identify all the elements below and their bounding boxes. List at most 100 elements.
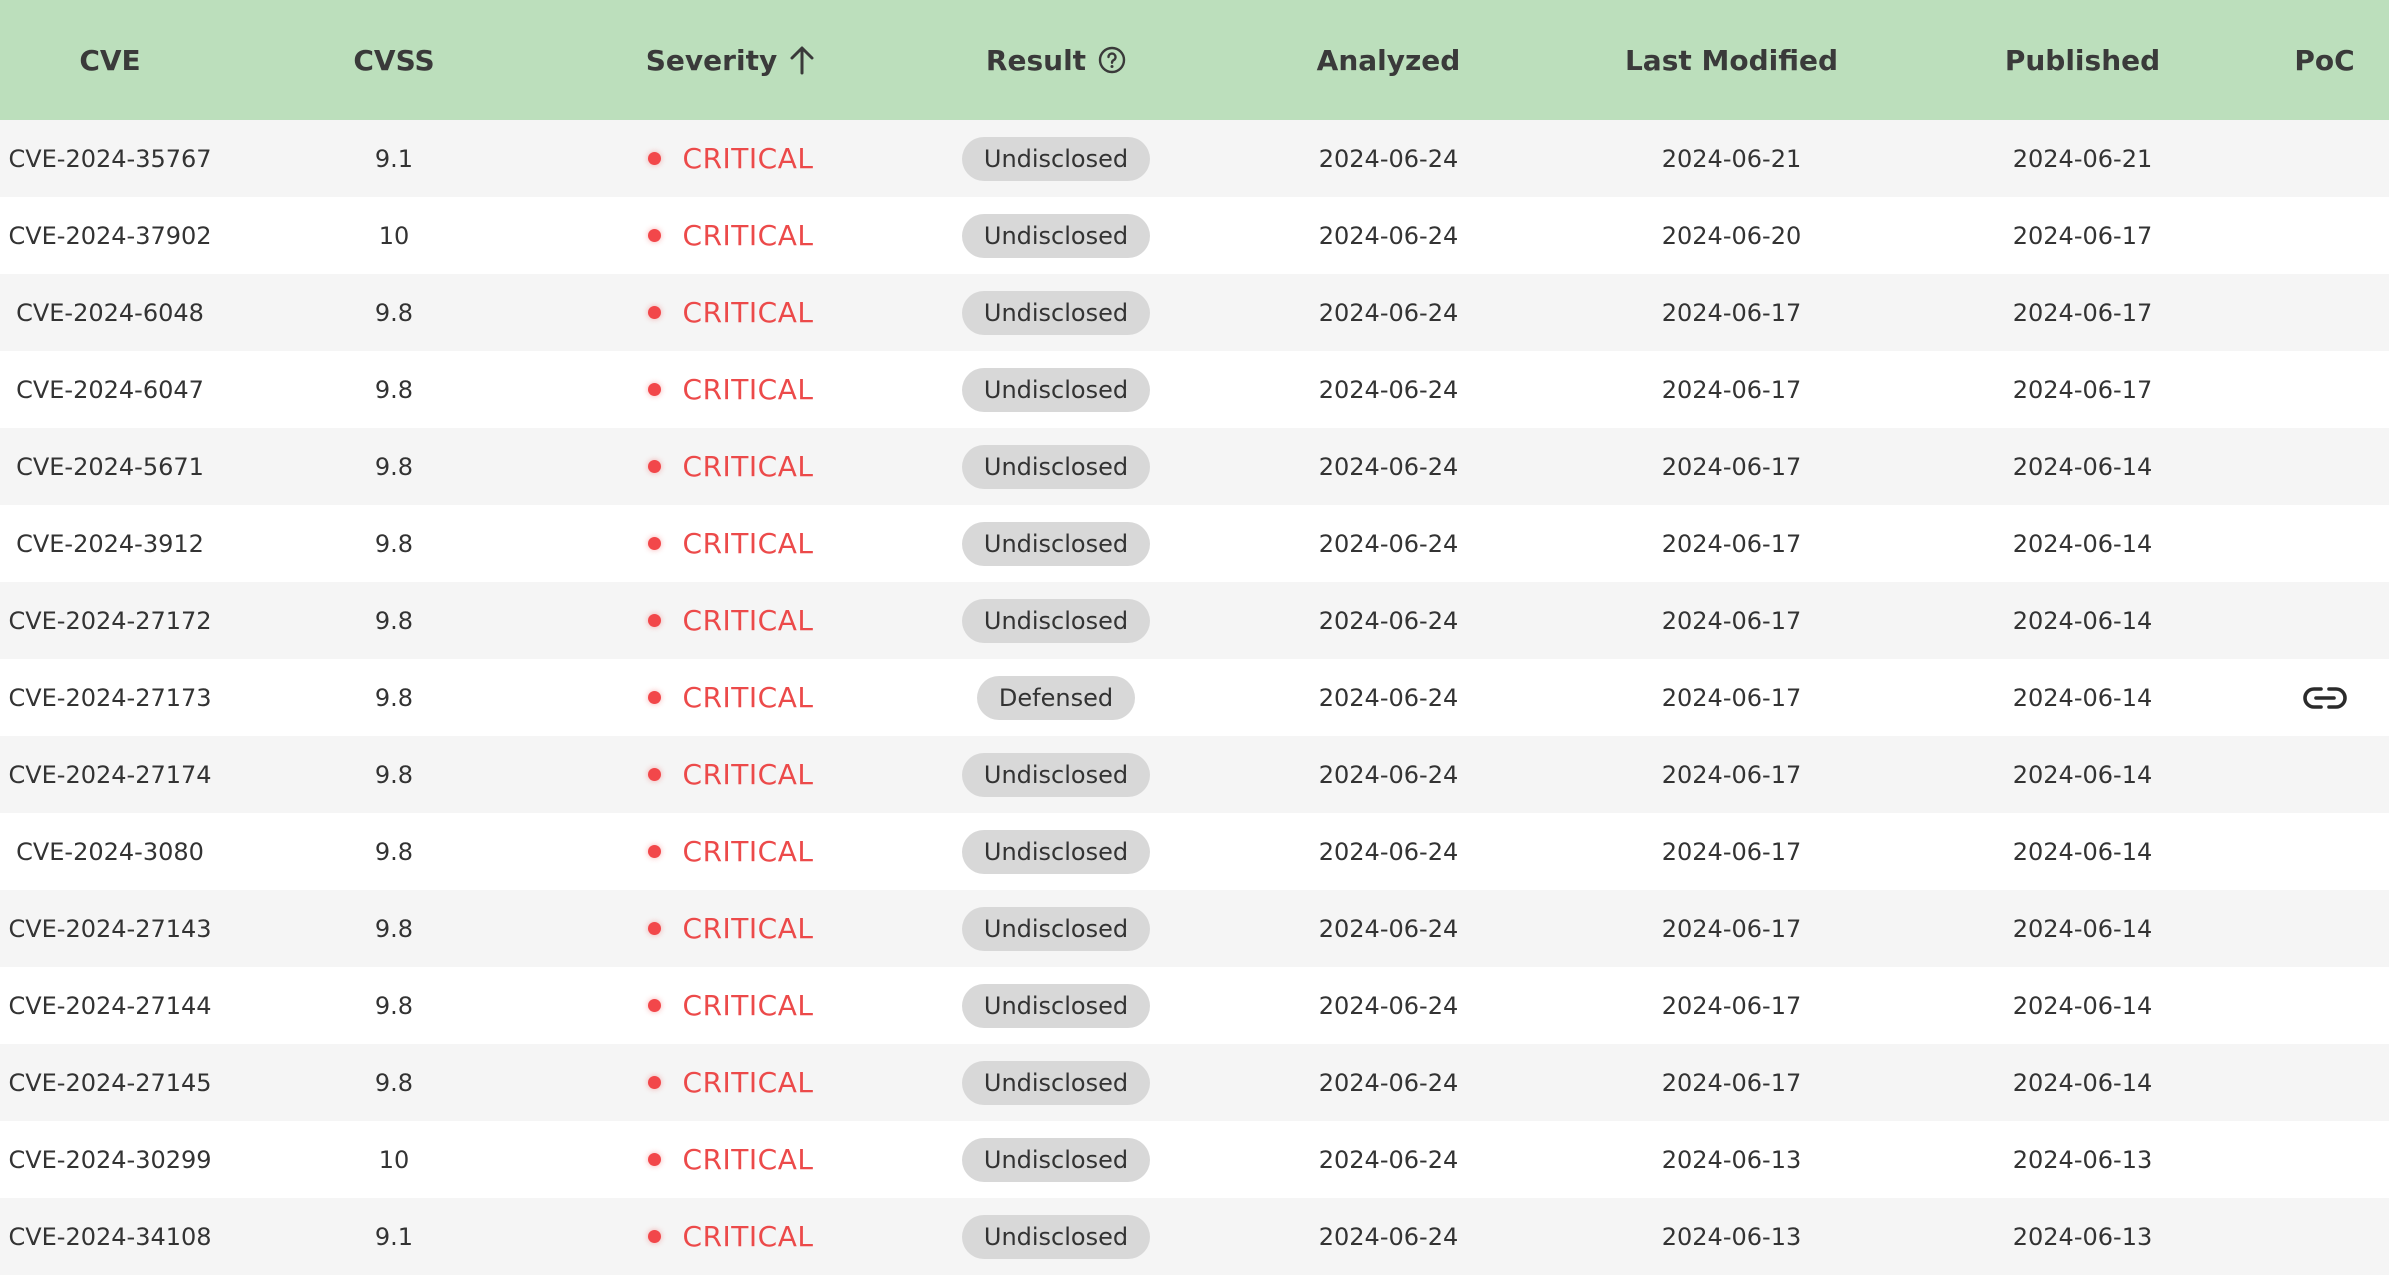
column-header-result-label: Result xyxy=(985,43,1087,77)
severity-dot-icon xyxy=(647,1230,661,1243)
poc-cell xyxy=(2260,351,2389,428)
cve-id-cell[interactable]: CVE-2024-27173 xyxy=(0,659,220,736)
cve-id-cell[interactable]: CVE-2024-30299 xyxy=(0,1121,220,1198)
link-icon[interactable] xyxy=(2302,683,2348,713)
last-modified-date: 2024-06-13 xyxy=(1661,1145,1802,1174)
cve-id-cell[interactable]: CVE-2024-27172 xyxy=(0,582,220,659)
cve-id-cell[interactable]: CVE-2024-27144 xyxy=(0,967,220,1044)
analyzed-cell: 2024-06-24 xyxy=(1219,120,1558,197)
severity-label: CRITICAL xyxy=(682,681,814,714)
column-header-severity[interactable]: Severity xyxy=(568,0,893,120)
severity-dot-icon xyxy=(647,537,661,550)
published-date: 2024-06-14 xyxy=(2012,529,2153,558)
cve-id[interactable]: CVE-2024-27144 xyxy=(8,992,211,1020)
last-modified-cell: 2024-06-21 xyxy=(1558,120,1905,197)
published-cell: 2024-06-14 xyxy=(1905,736,2260,813)
cve-id-cell[interactable]: CVE-2024-6048 xyxy=(0,274,220,351)
severity-dot-icon xyxy=(647,922,661,935)
column-header-last-modified[interactable]: Last Modified xyxy=(1558,0,1905,120)
cve-id[interactable]: CVE-2024-37902 xyxy=(8,222,211,250)
cve-id-cell[interactable]: CVE-2024-27145 xyxy=(0,1044,220,1121)
cve-id[interactable]: CVE-2024-27145 xyxy=(8,1069,211,1097)
published-date: 2024-06-17 xyxy=(2012,375,2153,404)
table-row[interactable]: CVE-2024-5671 9.8 CRITICAL Undisclosed 2… xyxy=(0,428,2389,505)
column-header-poc[interactable]: PoC xyxy=(2260,0,2389,120)
cve-id[interactable]: CVE-2024-27174 xyxy=(8,761,211,789)
cve-id-cell[interactable]: CVE-2024-35767 xyxy=(0,120,220,197)
cve-id[interactable]: CVE-2024-3912 xyxy=(16,530,204,558)
table-row[interactable]: CVE-2024-37902 10 CRITICAL Undisclosed 2… xyxy=(0,197,2389,274)
severity-label: CRITICAL xyxy=(682,373,814,406)
cve-id-cell[interactable]: CVE-2024-27143 xyxy=(0,890,220,967)
published-cell: 2024-06-14 xyxy=(1905,505,2260,582)
cve-id-cell[interactable]: CVE-2024-34108 xyxy=(0,1198,220,1275)
table-row[interactable]: CVE-2024-30299 10 CRITICAL Undisclosed 2… xyxy=(0,1121,2389,1198)
cve-id-cell[interactable]: CVE-2024-3080 xyxy=(0,813,220,890)
table-row[interactable]: CVE-2024-27145 9.8 CRITICAL Undisclosed … xyxy=(0,1044,2389,1121)
severity-label: CRITICAL xyxy=(682,296,814,329)
cve-id[interactable]: CVE-2024-27172 xyxy=(8,607,211,635)
severity-cell: CRITICAL xyxy=(568,351,893,428)
cve-id-cell[interactable]: CVE-2024-27174 xyxy=(0,736,220,813)
table-row[interactable]: CVE-2024-27173 9.8 CRITICAL Defensed 202… xyxy=(0,659,2389,736)
column-header-result[interactable]: Result xyxy=(893,0,1219,120)
severity-cell: CRITICAL xyxy=(568,582,893,659)
result-cell: Undisclosed xyxy=(893,967,1219,1044)
severity-dot-icon xyxy=(647,1076,661,1089)
severity-label: CRITICAL xyxy=(682,989,814,1022)
analyzed-date: 2024-06-24 xyxy=(1318,606,1459,635)
analyzed-date: 2024-06-24 xyxy=(1318,991,1459,1020)
cve-id-cell[interactable]: CVE-2024-5671 xyxy=(0,428,220,505)
table-row[interactable]: CVE-2024-27143 9.8 CRITICAL Undisclosed … xyxy=(0,890,2389,967)
cve-id-cell[interactable]: CVE-2024-37902 xyxy=(0,197,220,274)
cve-id[interactable]: CVE-2024-5671 xyxy=(16,453,204,481)
table-row[interactable]: CVE-2024-6047 9.8 CRITICAL Undisclosed 2… xyxy=(0,351,2389,428)
severity-label: CRITICAL xyxy=(682,1143,814,1176)
table-row[interactable]: CVE-2024-27144 9.8 CRITICAL Undisclosed … xyxy=(0,967,2389,1044)
table-row[interactable]: CVE-2024-3912 9.8 CRITICAL Undisclosed 2… xyxy=(0,505,2389,582)
severity-label: CRITICAL xyxy=(682,758,814,791)
poc-cell xyxy=(2260,120,2389,197)
cve-id[interactable]: CVE-2024-6047 xyxy=(16,376,204,404)
table-row[interactable]: CVE-2024-6048 9.8 CRITICAL Undisclosed 2… xyxy=(0,274,2389,351)
cve-id[interactable]: CVE-2024-6048 xyxy=(16,299,204,327)
poc-cell xyxy=(2260,736,2389,813)
severity-cell: CRITICAL xyxy=(568,967,893,1044)
analyzed-cell: 2024-06-24 xyxy=(1219,890,1558,967)
table-row[interactable]: CVE-2024-27172 9.8 CRITICAL Undisclosed … xyxy=(0,582,2389,659)
published-cell: 2024-06-14 xyxy=(1905,428,2260,505)
published-date: 2024-06-13 xyxy=(2012,1222,2153,1251)
severity-dot-icon xyxy=(647,1153,661,1166)
cvss-cell: 9.8 xyxy=(220,505,568,582)
column-header-analyzed[interactable]: Analyzed xyxy=(1219,0,1558,120)
column-header-cvss-label: CVSS xyxy=(353,43,435,77)
published-date: 2024-06-17 xyxy=(2012,298,2153,327)
analyzed-date: 2024-06-24 xyxy=(1318,221,1459,250)
last-modified-date: 2024-06-17 xyxy=(1661,760,1802,789)
cve-id[interactable]: CVE-2024-27173 xyxy=(8,684,211,712)
table-row[interactable]: CVE-2024-27174 9.8 CRITICAL Undisclosed … xyxy=(0,736,2389,813)
cve-id[interactable]: CVE-2024-3080 xyxy=(16,838,204,866)
column-header-cvss[interactable]: CVSS xyxy=(220,0,568,120)
table-row[interactable]: CVE-2024-3080 9.8 CRITICAL Undisclosed 2… xyxy=(0,813,2389,890)
cve-id[interactable]: CVE-2024-35767 xyxy=(8,145,211,173)
poc-cell xyxy=(2260,197,2389,274)
result-badge: Undisclosed xyxy=(961,983,1151,1028)
analyzed-cell: 2024-06-24 xyxy=(1219,351,1558,428)
column-header-published[interactable]: Published xyxy=(1905,0,2260,120)
cve-id-cell[interactable]: CVE-2024-3912 xyxy=(0,505,220,582)
cve-id-cell[interactable]: CVE-2024-6047 xyxy=(0,351,220,428)
last-modified-cell: 2024-06-17 xyxy=(1558,659,1905,736)
arrow-up-icon[interactable] xyxy=(789,45,815,75)
table-row[interactable]: CVE-2024-34108 9.1 CRITICAL Undisclosed … xyxy=(0,1198,2389,1275)
cve-id[interactable]: CVE-2024-27143 xyxy=(8,915,211,943)
table-row[interactable]: CVE-2024-35767 9.1 CRITICAL Undisclosed … xyxy=(0,120,2389,197)
column-header-cve[interactable]: CVE xyxy=(0,0,220,120)
published-cell: 2024-06-14 xyxy=(1905,659,2260,736)
cve-id[interactable]: CVE-2024-30299 xyxy=(8,1146,211,1174)
cvss-score: 9.8 xyxy=(374,760,414,789)
question-circle-icon[interactable] xyxy=(1098,46,1126,74)
last-modified-cell: 2024-06-17 xyxy=(1558,1044,1905,1121)
cve-id[interactable]: CVE-2024-34108 xyxy=(8,1223,211,1251)
analyzed-cell: 2024-06-24 xyxy=(1219,736,1558,813)
